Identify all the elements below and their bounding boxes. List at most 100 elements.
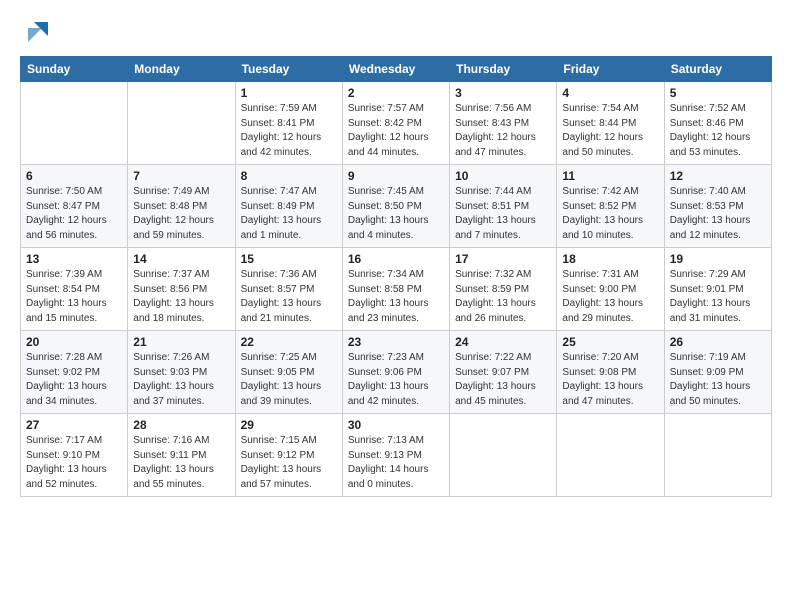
calendar-cell: 21 Sunrise: 7:26 AMSunset: 9:03 PMDayligh… bbox=[128, 331, 235, 414]
calendar-cell: 22Sunrise: 7:25 AMSunset: 9:05 PMDayligh… bbox=[235, 331, 342, 414]
calendar-cell: 7 Sunrise: 7:49 AMSunset: 8:48 PMDaylight… bbox=[128, 165, 235, 248]
calendar-cell: 25 Sunrise: 7:20 AMSunset: 9:08 PMDayligh… bbox=[557, 331, 664, 414]
day-info: Sunrise: 7:15 AMSunset: 9:12 PMDaylight:… bbox=[241, 434, 337, 492]
calendar-header-wednesday: Wednesday bbox=[342, 57, 449, 82]
day-info: Sunrise: 7:20 AMSunset: 9:08 PMDaylight:… bbox=[562, 351, 658, 409]
day-number: 16 bbox=[348, 252, 444, 266]
calendar-cell: 26 Sunrise: 7:19 AMSunset: 9:09 PMDayligh… bbox=[664, 331, 771, 414]
day-info: Sunrise: 7:32 AMSunset: 8:59 PMDaylight:… bbox=[455, 268, 551, 326]
day-number: 6 bbox=[26, 169, 122, 183]
calendar-week-row: 1 Sunrise: 7:59 AMSunset: 8:41 PMDaylight… bbox=[21, 82, 772, 165]
day-info: Sunrise: 7:54 AMSunset: 8:44 PMDaylight:… bbox=[562, 102, 658, 160]
day-info: Sunrise: 7:17 AMSunset: 9:10 PMDaylight:… bbox=[26, 434, 122, 492]
day-info: Sunrise: 7:40 AMSunset: 8:53 PMDaylight:… bbox=[670, 185, 766, 243]
logo-icon bbox=[24, 18, 52, 46]
calendar-cell: 9 Sunrise: 7:45 AMSunset: 8:50 PMDaylight… bbox=[342, 165, 449, 248]
header bbox=[20, 18, 772, 46]
calendar-cell: 18 Sunrise: 7:31 AMSunset: 9:00 PMDayligh… bbox=[557, 248, 664, 331]
calendar-cell: 19Sunrise: 7:29 AMSunset: 9:01 PMDayligh… bbox=[664, 248, 771, 331]
day-number: 23 bbox=[348, 335, 444, 349]
day-number: 22 bbox=[241, 335, 337, 349]
day-number: 5 bbox=[670, 86, 766, 100]
calendar-cell: 10 Sunrise: 7:44 AMSunset: 8:51 PMDayligh… bbox=[450, 165, 557, 248]
calendar-cell: 15 Sunrise: 7:36 AMSunset: 8:57 PMDayligh… bbox=[235, 248, 342, 331]
calendar-header-row: SundayMondayTuesdayWednesdayThursdayFrid… bbox=[21, 57, 772, 82]
day-number: 19 bbox=[670, 252, 766, 266]
calendar-week-row: 27 Sunrise: 7:17 AMSunset: 9:10 PMDayligh… bbox=[21, 414, 772, 497]
day-number: 10 bbox=[455, 169, 551, 183]
calendar-week-row: 13Sunrise: 7:39 AMSunset: 8:54 PMDayligh… bbox=[21, 248, 772, 331]
day-number: 3 bbox=[455, 86, 551, 100]
day-info: Sunrise: 7:50 AMSunset: 8:47 PMDaylight:… bbox=[26, 185, 122, 243]
day-info: Sunrise: 7:44 AMSunset: 8:51 PMDaylight:… bbox=[455, 185, 551, 243]
calendar-cell: 14Sunrise: 7:37 AMSunset: 8:56 PMDayligh… bbox=[128, 248, 235, 331]
calendar-cell: 30Sunrise: 7:13 AMSunset: 9:13 PMDayligh… bbox=[342, 414, 449, 497]
day-number: 21 bbox=[133, 335, 229, 349]
calendar-cell: 27 Sunrise: 7:17 AMSunset: 9:10 PMDayligh… bbox=[21, 414, 128, 497]
day-number: 4 bbox=[562, 86, 658, 100]
calendar-cell: 23 Sunrise: 7:23 AMSunset: 9:06 PMDayligh… bbox=[342, 331, 449, 414]
day-info: Sunrise: 7:52 AMSunset: 8:46 PMDaylight:… bbox=[670, 102, 766, 160]
day-number: 8 bbox=[241, 169, 337, 183]
calendar-header-friday: Friday bbox=[557, 57, 664, 82]
calendar-week-row: 6 Sunrise: 7:50 AMSunset: 8:47 PMDaylight… bbox=[21, 165, 772, 248]
calendar-cell: 20 Sunrise: 7:28 AMSunset: 9:02 PMDayligh… bbox=[21, 331, 128, 414]
day-number: 9 bbox=[348, 169, 444, 183]
calendar-cell: 6 Sunrise: 7:50 AMSunset: 8:47 PMDaylight… bbox=[21, 165, 128, 248]
day-number: 18 bbox=[562, 252, 658, 266]
day-info: Sunrise: 7:23 AMSunset: 9:06 PMDaylight:… bbox=[348, 351, 444, 409]
calendar-cell bbox=[664, 414, 771, 497]
calendar-cell bbox=[450, 414, 557, 497]
calendar-cell: 16Sunrise: 7:34 AMSunset: 8:58 PMDayligh… bbox=[342, 248, 449, 331]
day-info: Sunrise: 7:45 AMSunset: 8:50 PMDaylight:… bbox=[348, 185, 444, 243]
day-number: 27 bbox=[26, 418, 122, 432]
day-info: Sunrise: 7:16 AMSunset: 9:11 PMDaylight:… bbox=[133, 434, 229, 492]
day-info: Sunrise: 7:28 AMSunset: 9:02 PMDaylight:… bbox=[26, 351, 122, 409]
logo bbox=[20, 18, 52, 46]
calendar-cell: 3 Sunrise: 7:56 AMSunset: 8:43 PMDaylight… bbox=[450, 82, 557, 165]
calendar-header-saturday: Saturday bbox=[664, 57, 771, 82]
calendar-table: SundayMondayTuesdayWednesdayThursdayFrid… bbox=[20, 56, 772, 497]
calendar-cell: 13Sunrise: 7:39 AMSunset: 8:54 PMDayligh… bbox=[21, 248, 128, 331]
day-number: 26 bbox=[670, 335, 766, 349]
day-info: Sunrise: 7:56 AMSunset: 8:43 PMDaylight:… bbox=[455, 102, 551, 160]
calendar-cell: 5 Sunrise: 7:52 AMSunset: 8:46 PMDaylight… bbox=[664, 82, 771, 165]
day-number: 29 bbox=[241, 418, 337, 432]
day-info: Sunrise: 7:49 AMSunset: 8:48 PMDaylight:… bbox=[133, 185, 229, 243]
day-info: Sunrise: 7:47 AMSunset: 8:49 PMDaylight:… bbox=[241, 185, 337, 243]
day-number: 17 bbox=[455, 252, 551, 266]
calendar-cell: 24 Sunrise: 7:22 AMSunset: 9:07 PMDayligh… bbox=[450, 331, 557, 414]
calendar-header-monday: Monday bbox=[128, 57, 235, 82]
calendar-header-sunday: Sunday bbox=[21, 57, 128, 82]
calendar-cell: 17 Sunrise: 7:32 AMSunset: 8:59 PMDayligh… bbox=[450, 248, 557, 331]
calendar-cell: 28Sunrise: 7:16 AMSunset: 9:11 PMDayligh… bbox=[128, 414, 235, 497]
day-info: Sunrise: 7:59 AMSunset: 8:41 PMDaylight:… bbox=[241, 102, 337, 160]
calendar-cell: 11 Sunrise: 7:42 AMSunset: 8:52 PMDayligh… bbox=[557, 165, 664, 248]
day-number: 15 bbox=[241, 252, 337, 266]
day-number: 12 bbox=[670, 169, 766, 183]
day-info: Sunrise: 7:37 AMSunset: 8:56 PMDaylight:… bbox=[133, 268, 229, 326]
day-number: 30 bbox=[348, 418, 444, 432]
day-info: Sunrise: 7:42 AMSunset: 8:52 PMDaylight:… bbox=[562, 185, 658, 243]
day-number: 2 bbox=[348, 86, 444, 100]
day-info: Sunrise: 7:19 AMSunset: 9:09 PMDaylight:… bbox=[670, 351, 766, 409]
day-number: 1 bbox=[241, 86, 337, 100]
day-info: Sunrise: 7:36 AMSunset: 8:57 PMDaylight:… bbox=[241, 268, 337, 326]
calendar-week-row: 20 Sunrise: 7:28 AMSunset: 9:02 PMDayligh… bbox=[21, 331, 772, 414]
calendar-cell bbox=[128, 82, 235, 165]
calendar-header-thursday: Thursday bbox=[450, 57, 557, 82]
day-number: 25 bbox=[562, 335, 658, 349]
calendar-cell: 29 Sunrise: 7:15 AMSunset: 9:12 PMDayligh… bbox=[235, 414, 342, 497]
day-info: Sunrise: 7:39 AMSunset: 8:54 PMDaylight:… bbox=[26, 268, 122, 326]
calendar-cell: 4 Sunrise: 7:54 AMSunset: 8:44 PMDaylight… bbox=[557, 82, 664, 165]
day-info: Sunrise: 7:22 AMSunset: 9:07 PMDaylight:… bbox=[455, 351, 551, 409]
day-number: 7 bbox=[133, 169, 229, 183]
day-number: 11 bbox=[562, 169, 658, 183]
calendar-cell: 12 Sunrise: 7:40 AMSunset: 8:53 PMDayligh… bbox=[664, 165, 771, 248]
day-number: 24 bbox=[455, 335, 551, 349]
day-info: Sunrise: 7:26 AMSunset: 9:03 PMDaylight:… bbox=[133, 351, 229, 409]
day-info: Sunrise: 7:31 AMSunset: 9:00 PMDaylight:… bbox=[562, 268, 658, 326]
day-number: 20 bbox=[26, 335, 122, 349]
calendar-cell: 8 Sunrise: 7:47 AMSunset: 8:49 PMDaylight… bbox=[235, 165, 342, 248]
calendar-cell bbox=[557, 414, 664, 497]
